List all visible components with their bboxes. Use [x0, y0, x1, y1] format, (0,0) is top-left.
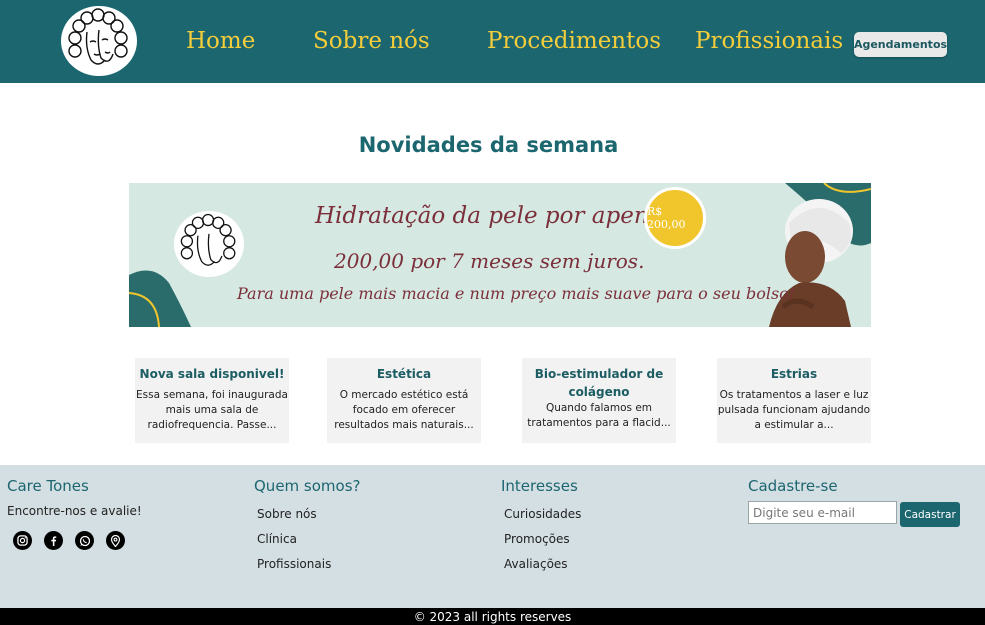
footer-link-promocoes[interactable]: Promoções: [504, 532, 570, 546]
facebook-icon[interactable]: [44, 531, 63, 550]
site-footer: Care Tones Encontre-nos e avalie! Quem s…: [0, 465, 985, 608]
footer-brand: Care Tones: [7, 477, 89, 495]
footer-cadastre-title: Cadastre-se: [748, 477, 838, 495]
woman-with-towel: [769, 199, 853, 327]
promo-banner[interactable]: Hidratação da pele por apenas 200,00 por…: [129, 183, 871, 327]
news-card-title: Estrias: [770, 367, 818, 381]
banner-logo: [174, 211, 244, 277]
news-card-title: Nova sala disponivel!: [139, 367, 285, 381]
agendamentos-button[interactable]: Agendamentos: [854, 32, 947, 57]
instagram-icon[interactable]: [13, 531, 32, 550]
copyright-bar: © 2023 all rights reserves: [0, 608, 985, 625]
news-card-text: Essa semana, foi inaugurada mais uma sal…: [136, 389, 288, 431]
footer-quem-somos-title: Quem somos?: [254, 477, 361, 495]
email-field[interactable]: [748, 501, 897, 524]
news-card[interactable]: Estética O mercado estético está focado …: [327, 358, 481, 443]
nav-sobre-nos[interactable]: Sobre nós: [313, 28, 430, 54]
news-card-text: Os tratamentos a laser e luz pulsada fun…: [717, 389, 871, 431]
footer-interesses-title: Interesses: [501, 477, 578, 495]
cadastrar-button[interactable]: Cadastrar: [900, 502, 960, 527]
footer-brand-sub: Encontre-nos e avalie!: [7, 504, 142, 518]
nav-procedimentos[interactable]: Procedimentos: [487, 28, 661, 54]
location-pin-icon[interactable]: [106, 531, 125, 550]
footer-link-curiosidades[interactable]: Curiosidades: [504, 507, 581, 521]
news-card-text: O mercado estético está focado em oferec…: [334, 389, 474, 431]
curly-hair-woman-logo-icon: [180, 213, 236, 266]
footer-link-clinica[interactable]: Clínica: [257, 532, 297, 546]
nav-home[interactable]: Home: [186, 28, 255, 54]
news-card-title: Bio-estimulador de colágeno: [534, 367, 664, 399]
social-links: [13, 531, 125, 550]
whatsapp-icon[interactable]: [75, 531, 94, 550]
curly-hair-woman-logo-icon: [68, 8, 128, 65]
teal-blob-left: [129, 270, 191, 327]
news-card-title: Estética: [376, 367, 432, 381]
footer-link-avaliacoes[interactable]: Avaliações: [504, 557, 568, 571]
news-card[interactable]: Estrias Os tratamentos a laser e luz pul…: [717, 358, 871, 443]
banner-tagline: Para uma pele mais macia e num preço mai…: [237, 284, 796, 303]
site-header: Home Sobre nós Procedimentos Profissiona…: [0, 0, 985, 83]
footer-link-sobre-nos[interactable]: Sobre nós: [257, 507, 317, 521]
price-badge: R$ 200,00: [644, 187, 706, 249]
banner-price-line: 200,00 por 7 meses sem juros.: [334, 249, 645, 273]
banner-headline: Hidratação da pele por apenas: [315, 203, 675, 229]
news-card[interactable]: Nova sala disponivel! Essa semana, foi i…: [135, 358, 289, 443]
logo[interactable]: [61, 6, 137, 76]
news-card-text: Quando falamos em tratamentos para a fla…: [527, 402, 671, 429]
nav-profissionais[interactable]: Profissionais: [695, 28, 843, 54]
footer-link-profissionais[interactable]: Profissionais: [257, 557, 331, 571]
section-title: Novidades da semana: [358, 133, 619, 157]
news-card[interactable]: Bio-estimulador de colágeno Quando falam…: [522, 358, 676, 443]
